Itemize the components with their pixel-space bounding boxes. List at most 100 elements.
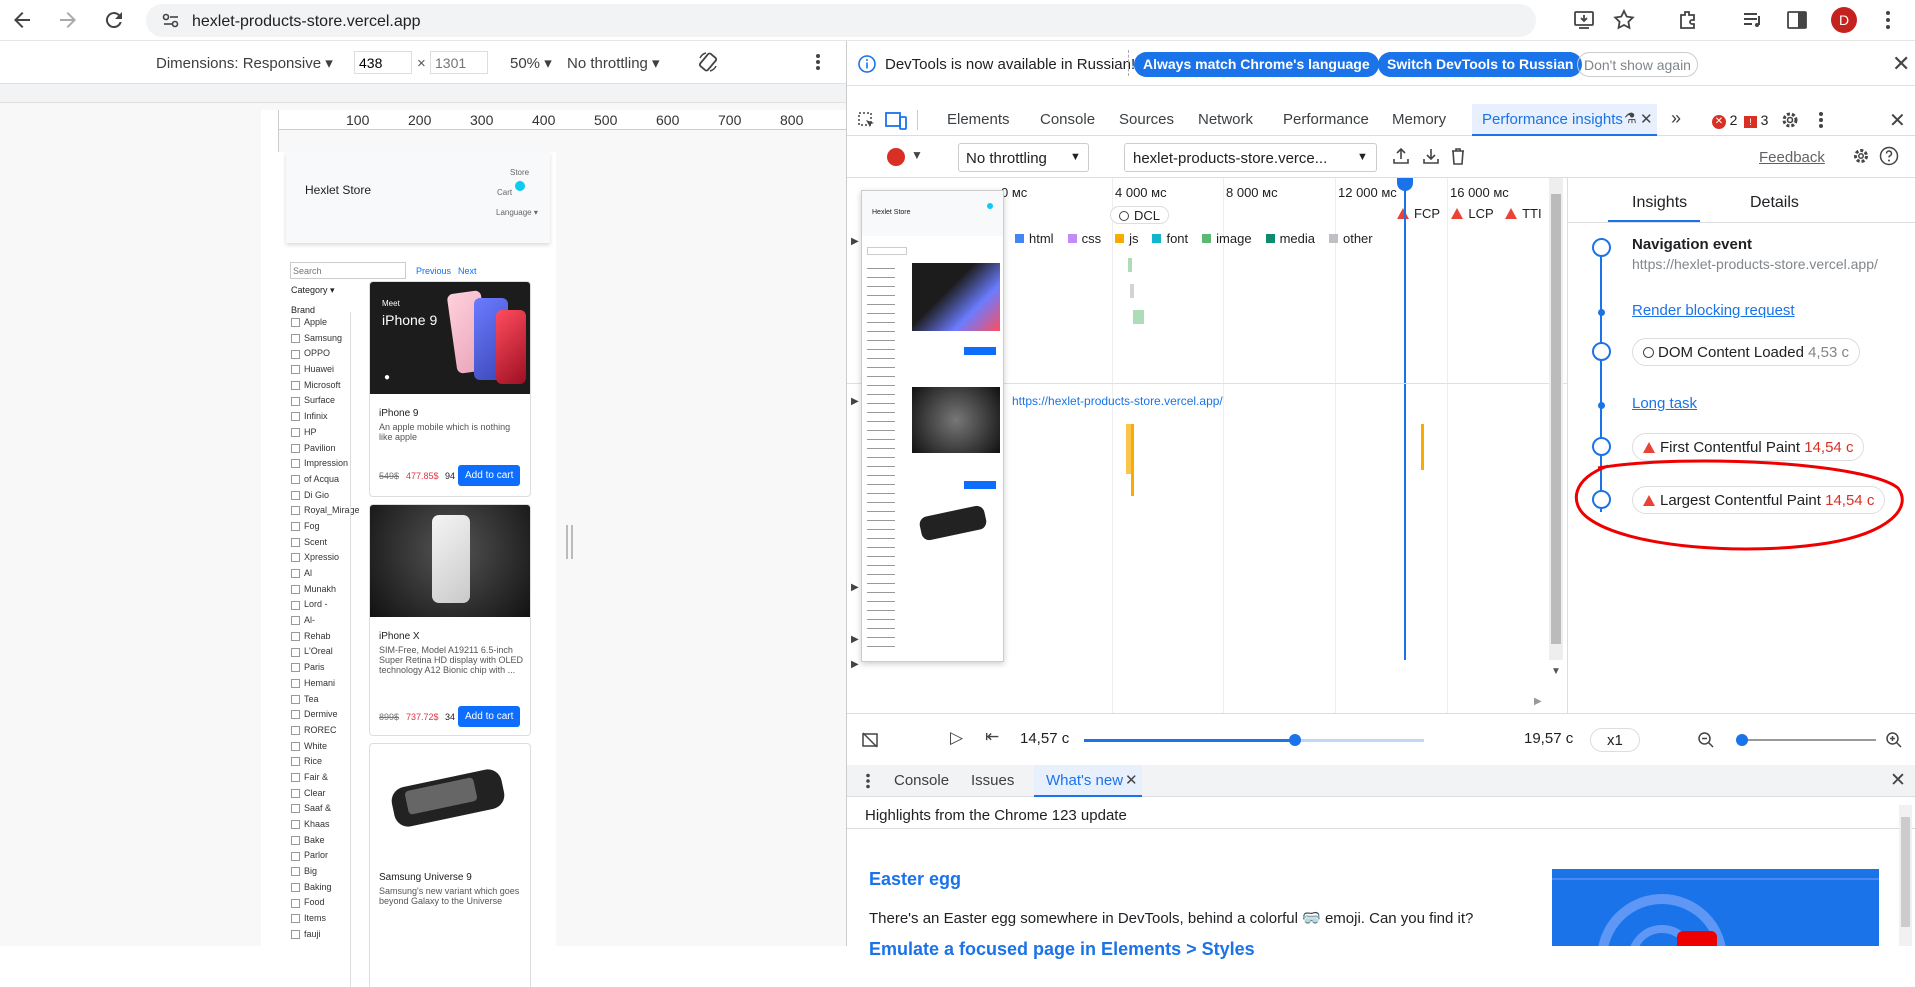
upload-icon[interactable] — [1392, 147, 1410, 165]
brand-checkbox[interactable] — [291, 788, 300, 798]
prev-page-link[interactable]: Previous — [416, 266, 451, 276]
device-toolbar-toggle-icon[interactable] — [885, 111, 907, 131]
brand-checkbox[interactable] — [291, 726, 300, 735]
brand-checkbox[interactable] — [291, 867, 300, 877]
resource-bar[interactable] — [1131, 424, 1134, 496]
add-to-cart-button[interactable]: Add to cart — [458, 706, 521, 727]
drawer-tab-issues[interactable]: Issues — [971, 772, 1014, 789]
network-throttling-select[interactable]: No throttling ▼ — [958, 143, 1089, 172]
store-search-input[interactable] — [290, 262, 406, 279]
nav-store-link[interactable]: Store — [510, 168, 529, 177]
zoom-knob[interactable] — [1736, 734, 1748, 746]
resource-bar[interactable] — [1421, 424, 1424, 470]
dimensions-dropdown[interactable]: Dimensions: Responsive ▾ — [156, 54, 333, 72]
error-counter[interactable]: ✕ 2 — [1712, 112, 1737, 129]
bookmark-star-icon[interactable] — [1612, 8, 1636, 32]
render-blocking-link[interactable]: Render blocking request — [1632, 302, 1795, 319]
scroll-down-icon[interactable]: ▼ — [1551, 666, 1561, 677]
scrollbar-thumb[interactable] — [1551, 194, 1561, 644]
expand-lane-icon[interactable]: ▶ — [851, 659, 859, 670]
download-icon[interactable] — [1422, 147, 1440, 165]
brand-checkbox[interactable] — [291, 663, 300, 673]
record-options-dropdown[interactable]: ▼ — [911, 148, 923, 162]
brand-checkbox[interactable] — [291, 616, 300, 626]
brand-checkbox[interactable] — [291, 365, 300, 375]
dont-show-again-button[interactable]: Don't show again — [1577, 52, 1698, 77]
tab-performance-insights[interactable]: Performance insights ⚗ ✕ — [1472, 104, 1657, 136]
details-tab[interactable]: Details — [1750, 194, 1799, 212]
brand-checkbox[interactable] — [291, 914, 300, 924]
brand-checkbox[interactable] — [291, 537, 300, 547]
tab-console[interactable]: Console — [1040, 111, 1095, 128]
perf-settings-gear-icon[interactable] — [1852, 147, 1870, 165]
brand-checkbox[interactable] — [291, 631, 300, 641]
more-tabs-icon[interactable]: » — [1671, 108, 1681, 129]
reload-icon[interactable] — [102, 8, 126, 32]
brand-checkbox[interactable] — [291, 443, 300, 453]
brand-checkbox[interactable] — [291, 318, 300, 328]
close-tab-icon[interactable]: ✕ — [1640, 110, 1653, 128]
forward-icon[interactable] — [56, 8, 80, 32]
zoom-out-icon[interactable] — [1697, 731, 1715, 749]
focused-page-heading[interactable]: Emulate a focused page in Elements > Sty… — [869, 939, 1255, 960]
brand-checkbox[interactable] — [291, 600, 300, 610]
switch-to-russian-button[interactable]: Switch DevTools to Russian — [1378, 52, 1583, 77]
scrollbar-thumb[interactable] — [1901, 817, 1910, 927]
brand-checkbox[interactable] — [291, 506, 300, 516]
brand-checkbox[interactable] — [291, 678, 300, 688]
zoom-dropdown[interactable]: 50% ▾ — [510, 54, 552, 72]
tab-network[interactable]: Network — [1198, 111, 1253, 128]
tab-sources[interactable]: Sources — [1119, 111, 1174, 128]
timeline-scrollbar[interactable] — [1549, 178, 1563, 660]
brand-checkbox[interactable] — [291, 522, 300, 532]
delete-recording-icon[interactable] — [1450, 147, 1466, 165]
site-info-icon[interactable] — [162, 13, 180, 29]
drawer-tab-console[interactable]: Console — [894, 772, 949, 789]
next-page-link[interactable]: Next — [458, 266, 477, 276]
long-task-link[interactable]: Long task — [1632, 395, 1697, 412]
playhead-handle[interactable] — [1397, 178, 1413, 191]
expand-lane-icon[interactable]: ▶ — [851, 396, 859, 407]
brand-checkbox[interactable] — [291, 349, 300, 359]
drawer-menu-icon[interactable] — [865, 773, 871, 789]
brand-checkbox[interactable] — [291, 333, 300, 343]
page-url-select[interactable]: hexlet-products-store.verce... ▼ — [1124, 143, 1377, 172]
brand-checkbox[interactable] — [291, 898, 300, 908]
close-infobar-icon[interactable]: ✕ — [1892, 51, 1910, 77]
extensions-icon[interactable] — [1676, 8, 1700, 32]
brand-checkbox[interactable] — [291, 647, 300, 657]
resource-bar[interactable] — [1130, 284, 1134, 298]
dcl-marker[interactable]: DCL — [1110, 206, 1170, 224]
paint-markers[interactable]: FCP LCP TTI — [1397, 206, 1542, 221]
scroll-right-icon[interactable]: ▶ — [1534, 696, 1542, 707]
media-queue-icon[interactable] — [1741, 8, 1765, 32]
warning-counter[interactable]: ! 3 — [1744, 112, 1768, 128]
address-bar[interactable]: hexlet-products-store.vercel.app — [146, 4, 1536, 37]
device-throttling-dropdown[interactable]: No throttling ▾ — [567, 54, 660, 72]
brand-checkbox[interactable] — [291, 396, 300, 406]
expand-lane-icon[interactable]: ▶ — [851, 236, 859, 247]
brand-checkbox[interactable] — [291, 584, 300, 594]
insights-tab[interactable]: Insights — [1632, 194, 1687, 212]
close-devtools-icon[interactable]: ✕ — [1889, 108, 1906, 133]
filmstrip-screenshot[interactable]: Hexlet Store — [861, 190, 1004, 662]
brand-checkbox[interactable] — [291, 757, 300, 767]
resource-bar[interactable] — [1133, 310, 1144, 324]
install-app-icon[interactable] — [1572, 8, 1596, 32]
brand-checkbox[interactable] — [291, 851, 300, 861]
rotate-icon[interactable] — [697, 51, 719, 73]
nav-cart-link[interactable]: Cart — [497, 188, 512, 197]
profile-avatar[interactable]: D — [1831, 7, 1857, 33]
brand-checkbox[interactable] — [291, 820, 300, 830]
brand-checkbox[interactable] — [291, 804, 300, 814]
dcl-chip[interactable]: DOM Content Loaded 4,53 с — [1632, 338, 1860, 366]
nav-language-dropdown[interactable]: Language ▾ — [496, 208, 538, 217]
brand-checkbox[interactable] — [291, 569, 300, 579]
speed-select[interactable]: x1 — [1590, 728, 1640, 752]
device-more-icon[interactable] — [815, 53, 821, 71]
record-button[interactable] — [887, 148, 905, 166]
playhead-line[interactable] — [1404, 178, 1406, 660]
inspect-element-icon[interactable] — [857, 111, 877, 131]
resource-bar[interactable] — [1128, 258, 1132, 272]
width-input[interactable] — [354, 51, 412, 74]
